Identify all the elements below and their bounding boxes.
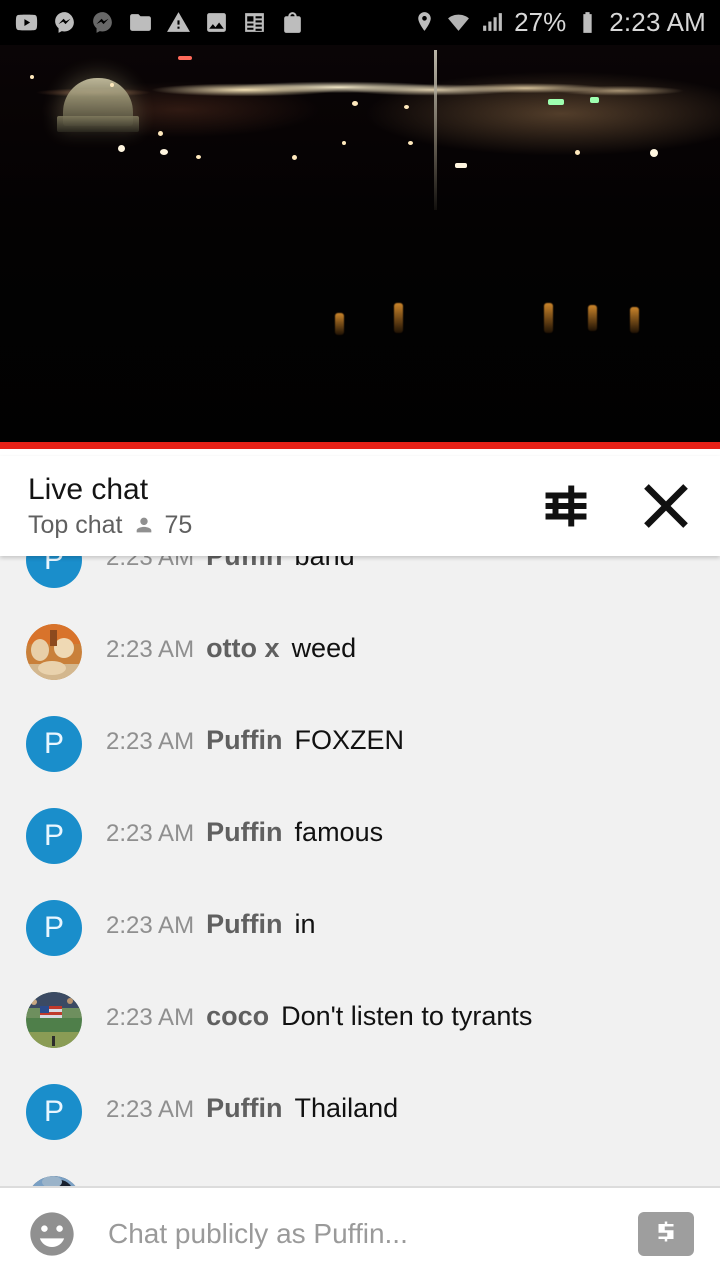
message-text: band [294,556,355,571]
table-row[interactable]: P 2:23 AM Puffin in [0,882,720,974]
message-time: 2:23 AM [106,636,195,663]
table-row[interactable]: 2:23 AM coco Don't listen to tyrants [0,974,720,1066]
message-body: 2:23 AM coco Don't listen to tyrants [106,992,532,1045]
youtube-icon [15,14,38,31]
table-row[interactable]: P 2:23 AM Puffin famous [0,790,720,882]
avatar-letter: P [43,819,64,852]
message-body: 2:23 AM Puffin in [106,900,316,953]
avatar-letter: P [43,911,64,944]
avatar[interactable]: P [26,900,82,956]
status-bar-system-icons: 27% 2:23 AM [412,7,706,38]
folder-icon [130,14,151,31]
chat-message-list[interactable]: P 2:23 AM Puffin band 2:23 AM otto x wee… [0,556,720,1188]
message-author[interactable]: Puffin [206,1093,282,1123]
superchat-button[interactable] [638,1212,694,1256]
chat-input[interactable] [108,1218,624,1250]
chat-settings-button[interactable] [540,480,592,532]
battery-icon [583,12,592,33]
video-progress-fill [0,442,720,449]
avatar[interactable]: P [26,556,82,588]
avatar[interactable]: P [26,716,82,772]
message-time: 2:23 AM [106,728,195,755]
message-author[interactable]: otto x [206,633,280,663]
avatar[interactable] [26,992,82,1048]
table-row[interactable]: 2:23 AM otto x weed [0,606,720,698]
messenger-m-dim-icon [93,12,112,33]
message-text: famous [294,817,384,847]
table-row[interactable]: P 2:23 AM Puffin Thailand [0,1066,720,1158]
warning-triangle-icon [167,12,190,32]
message-body: 2:23 AM Puffin famous [106,808,383,861]
close-icon [644,484,688,528]
chat-header-subtitle[interactable]: Top chat 75 [28,511,192,540]
message-body: 2:23 AM Puffin FOXZEN [106,716,404,769]
video-progress-bar[interactable] [0,442,720,449]
youtube-live-chat-screen: 27% 2:23 AM Live chat Top chat 75 P 2:23… [0,0,720,1280]
message-author[interactable]: Puffin [206,909,282,939]
message-time: 2:23 AM [106,912,195,939]
message-time: 2:23 AM [106,1004,195,1031]
avatar[interactable]: P [26,1084,82,1140]
avatar[interactable]: P [26,808,82,864]
cell-signal-icon [483,13,503,31]
message-body: 2:23 AM Puffin band [106,556,355,585]
image-icon [207,13,226,32]
clock-label: 2:23 AM [609,7,706,37]
video-player[interactable] [0,45,720,449]
message-body: 2:23 AM Puffin Thailand [106,1084,398,1137]
message-time: 2:23 AM [106,820,195,847]
location-pin-icon [418,12,431,31]
message-author[interactable]: Puffin [206,556,282,571]
shopping-bag-icon [284,12,301,33]
message-body: 2:23 AM otto x weed [106,624,356,677]
messenger-m-icon [55,12,74,33]
table-row[interactable]: P 2:23 AM Puffin FOXZEN [0,698,720,790]
chat-header-titles: Live chat Top chat 75 [28,473,192,540]
message-text: Thailand [294,1093,399,1123]
battery-percent-label: 27% [514,7,567,37]
avatar-letter: P [43,556,64,576]
table-row[interactable]: 2:23 AMraistlin skywaterOtto but England… [0,1158,720,1188]
dollar-icon [658,1221,674,1242]
avatar-letter: P [43,1095,64,1128]
table-row[interactable]: P 2:23 AM Puffin band [0,556,720,606]
flagpole [434,50,437,210]
chat-input-bar [0,1188,720,1280]
status-bar-notification-icons [14,10,305,35]
avatar-letter: P [43,727,64,760]
news-article-icon [245,13,264,32]
chat-header-actions [540,480,692,532]
wifi-icon [448,14,470,31]
message-text: Don't listen to tyrants [281,1001,533,1031]
message-author[interactable]: Puffin [206,817,282,847]
avatar[interactable] [26,624,82,680]
avatar-photo-painting [26,624,82,680]
tune-icon [545,485,587,527]
message-text: weed [291,633,357,663]
message-text: in [294,909,316,939]
status-bar: 27% 2:23 AM [0,0,720,45]
page-title: Live chat [28,472,149,506]
person-icon [136,517,151,533]
message-time: 2:23 AM [106,556,195,571]
viewer-count-label: 75 [164,510,193,539]
chat-mode-label[interactable]: Top chat [28,511,123,540]
avatar-photo-stadium [26,992,82,1048]
message-time: 2:23 AM [106,1096,195,1123]
message-text: FOXZEN [294,725,405,755]
message-author[interactable]: coco [206,1001,269,1031]
close-chat-button[interactable] [640,480,692,532]
emoji-face-icon[interactable] [26,1208,78,1260]
live-chat-header: Live chat Top chat 75 [0,456,720,556]
message-author[interactable]: Puffin [206,725,282,755]
